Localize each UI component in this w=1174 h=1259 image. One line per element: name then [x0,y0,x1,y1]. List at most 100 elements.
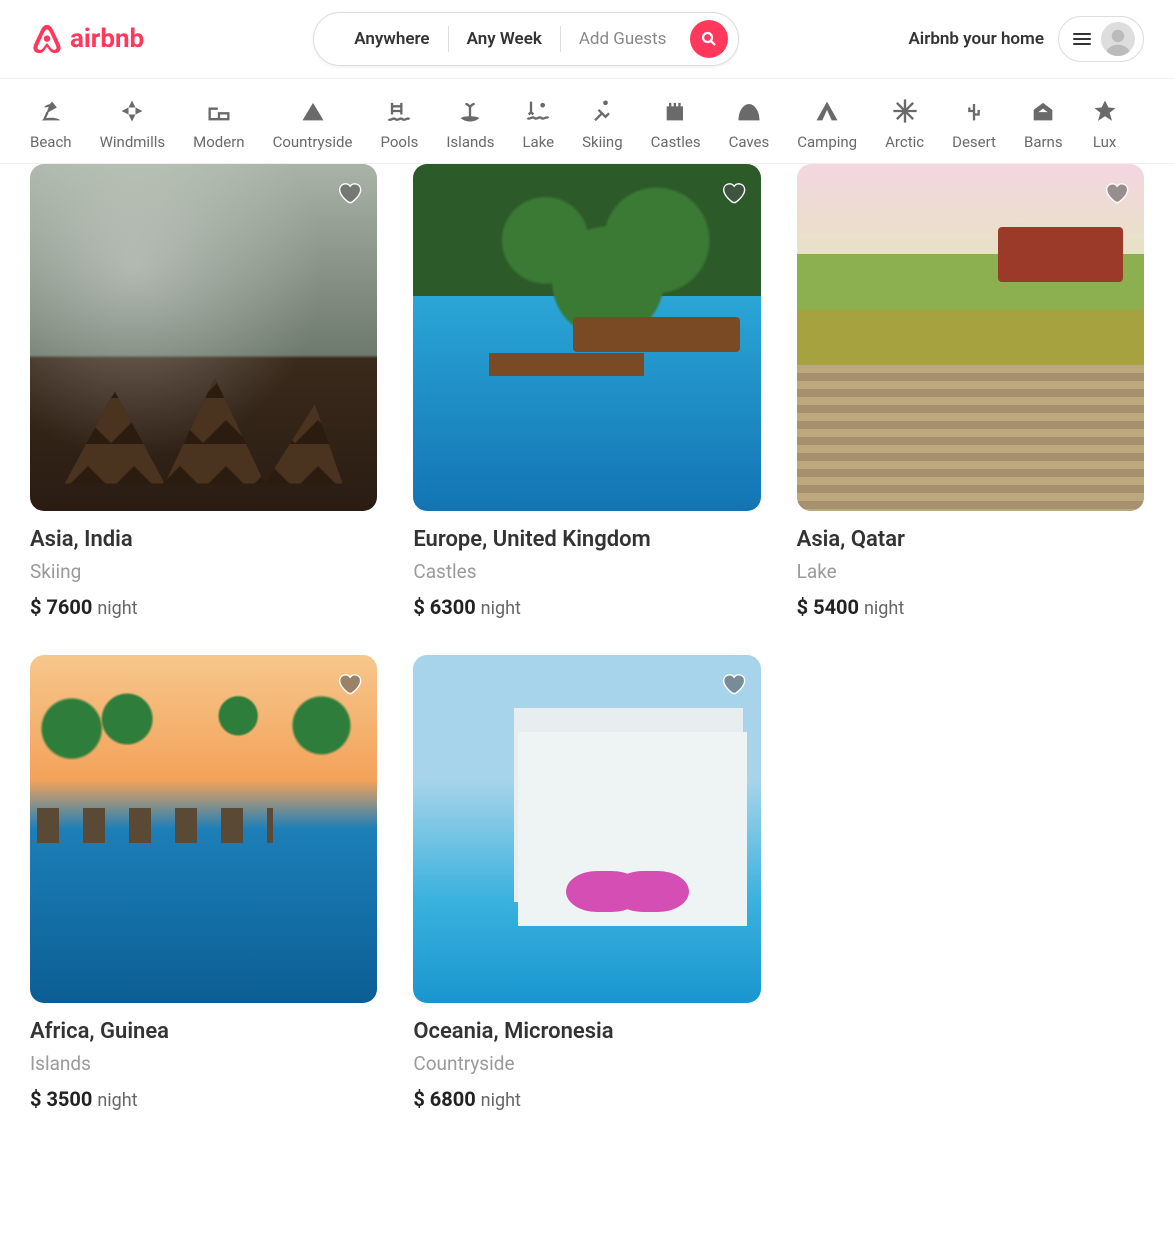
cave-icon [735,97,763,125]
category-label: Caves [729,133,770,151]
listing-title: Oceania, Micronesia [413,1019,760,1044]
heart-icon [335,669,363,697]
profile-menu[interactable] [1058,16,1144,62]
listing-image [413,164,760,511]
listing-category: Countryside [413,1052,760,1075]
category-desert[interactable]: Desert [952,97,996,151]
category-label: Arctic [885,133,924,151]
category-label: Camping [797,133,857,151]
barn-icon [1029,97,1057,125]
price-per: night [481,598,521,619]
listing-card[interactable]: Oceania, Micronesia Countryside $ 6800 nig… [413,655,760,1110]
category-label: Lake [522,133,554,151]
desert-icon [960,97,988,125]
category-arctic[interactable]: Arctic [885,97,924,151]
favorite-button[interactable] [719,178,747,206]
search-where[interactable]: Anywhere [336,25,447,53]
heart-icon [335,178,363,206]
heart-icon [1102,178,1130,206]
listing-title: Asia, India [30,527,377,552]
listing-title: Asia, Qatar [797,527,1144,552]
heart-icon [719,669,747,697]
pool-icon [385,97,413,125]
category-caves[interactable]: Caves [729,97,770,151]
price-per: night [97,1090,137,1111]
listing-title: Africa, Guinea [30,1019,377,1044]
arctic-icon [891,97,919,125]
host-your-home-link[interactable]: Airbnb your home [908,29,1044,49]
mountain-icon [299,97,327,125]
airbnb-logo-icon [30,22,64,56]
search-icon [700,30,718,48]
site-header: airbnb Anywhere Any Week Add Guests Airb… [0,0,1174,79]
category-windmills[interactable]: Windmills [100,97,166,151]
listing-category: Islands [30,1052,377,1075]
category-countryside[interactable]: Countryside [273,97,353,151]
listing-card[interactable]: Europe, United Kingdom Castles $ 6300 nigh… [413,164,760,619]
category-label: Lux [1093,133,1116,151]
beach-icon [37,97,65,125]
listing-card[interactable]: Asia, Qatar Lake $ 5400 night [797,164,1144,619]
listing-price: $ 6800 night [413,1087,760,1111]
favorite-button[interactable] [335,669,363,697]
menu-icon [1073,30,1091,48]
listing-image [797,164,1144,511]
brand-name: airbnb [70,24,144,54]
category-lux[interactable]: Lux [1091,97,1119,151]
category-modern[interactable]: Modern [193,97,244,151]
favorite-button[interactable] [719,669,747,697]
category-camping[interactable]: Camping [797,97,857,151]
category-label: Beach [30,133,72,151]
category-label: Desert [952,133,996,151]
listing-image [30,655,377,1002]
listing-price: $ 6300 night [413,595,760,619]
category-pools[interactable]: Pools [380,97,418,151]
listing-category: Lake [797,560,1144,583]
lake-icon [524,97,552,125]
category-beach[interactable]: Beach [30,97,72,151]
search-when[interactable]: Any Week [449,25,560,53]
category-label: Windmills [100,133,166,151]
category-barns[interactable]: Barns [1024,97,1063,151]
listing-category: Castles [413,560,760,583]
listing-price: $ 3500 night [30,1087,377,1111]
category-label: Islands [446,133,494,151]
category-label: Barns [1024,133,1063,151]
listing-card[interactable]: Asia, India Skiing $ 7600 night [30,164,377,619]
island-icon [456,97,484,125]
category-skiing[interactable]: Skiing [582,97,623,151]
castle-icon [662,97,690,125]
brand-logo[interactable]: airbnb [30,22,144,56]
category-label: Modern [193,133,244,151]
category-islands[interactable]: Islands [446,97,494,151]
listing-image [30,164,377,511]
category-label: Skiing [582,133,623,151]
category-label: Pools [380,133,418,151]
listing-card[interactable]: Africa, Guinea Islands $ 3500 night [30,655,377,1110]
price-per: night [864,598,904,619]
listing-price: $ 5400 night [797,595,1144,619]
price-per: night [481,1090,521,1111]
price-per: night [97,598,137,619]
category-lake[interactable]: Lake [522,97,554,151]
modern-icon [205,97,233,125]
search-bar[interactable]: Anywhere Any Week Add Guests [313,12,739,66]
heart-icon [719,178,747,206]
listing-category: Skiing [30,560,377,583]
category-castles[interactable]: Castles [651,97,701,151]
listing-image [413,655,760,1002]
listings-grid: Asia, India Skiing $ 7600 night Europe, Uni… [30,164,1144,1111]
listing-title: Europe, United Kingdom [413,527,760,552]
favorite-button[interactable] [335,178,363,206]
windmill-icon [118,97,146,125]
lux-icon [1091,97,1119,125]
category-bar: Beach Windmills Modern Countryside Pools Isla… [0,79,1174,164]
camping-icon [813,97,841,125]
listing-price: $ 7600 night [30,595,377,619]
category-label: Countryside [273,133,353,151]
search-who[interactable]: Add Guests [561,25,685,53]
favorite-button[interactable] [1102,178,1130,206]
category-label: Castles [651,133,701,151]
avatar [1101,22,1135,56]
search-button[interactable] [690,20,728,58]
